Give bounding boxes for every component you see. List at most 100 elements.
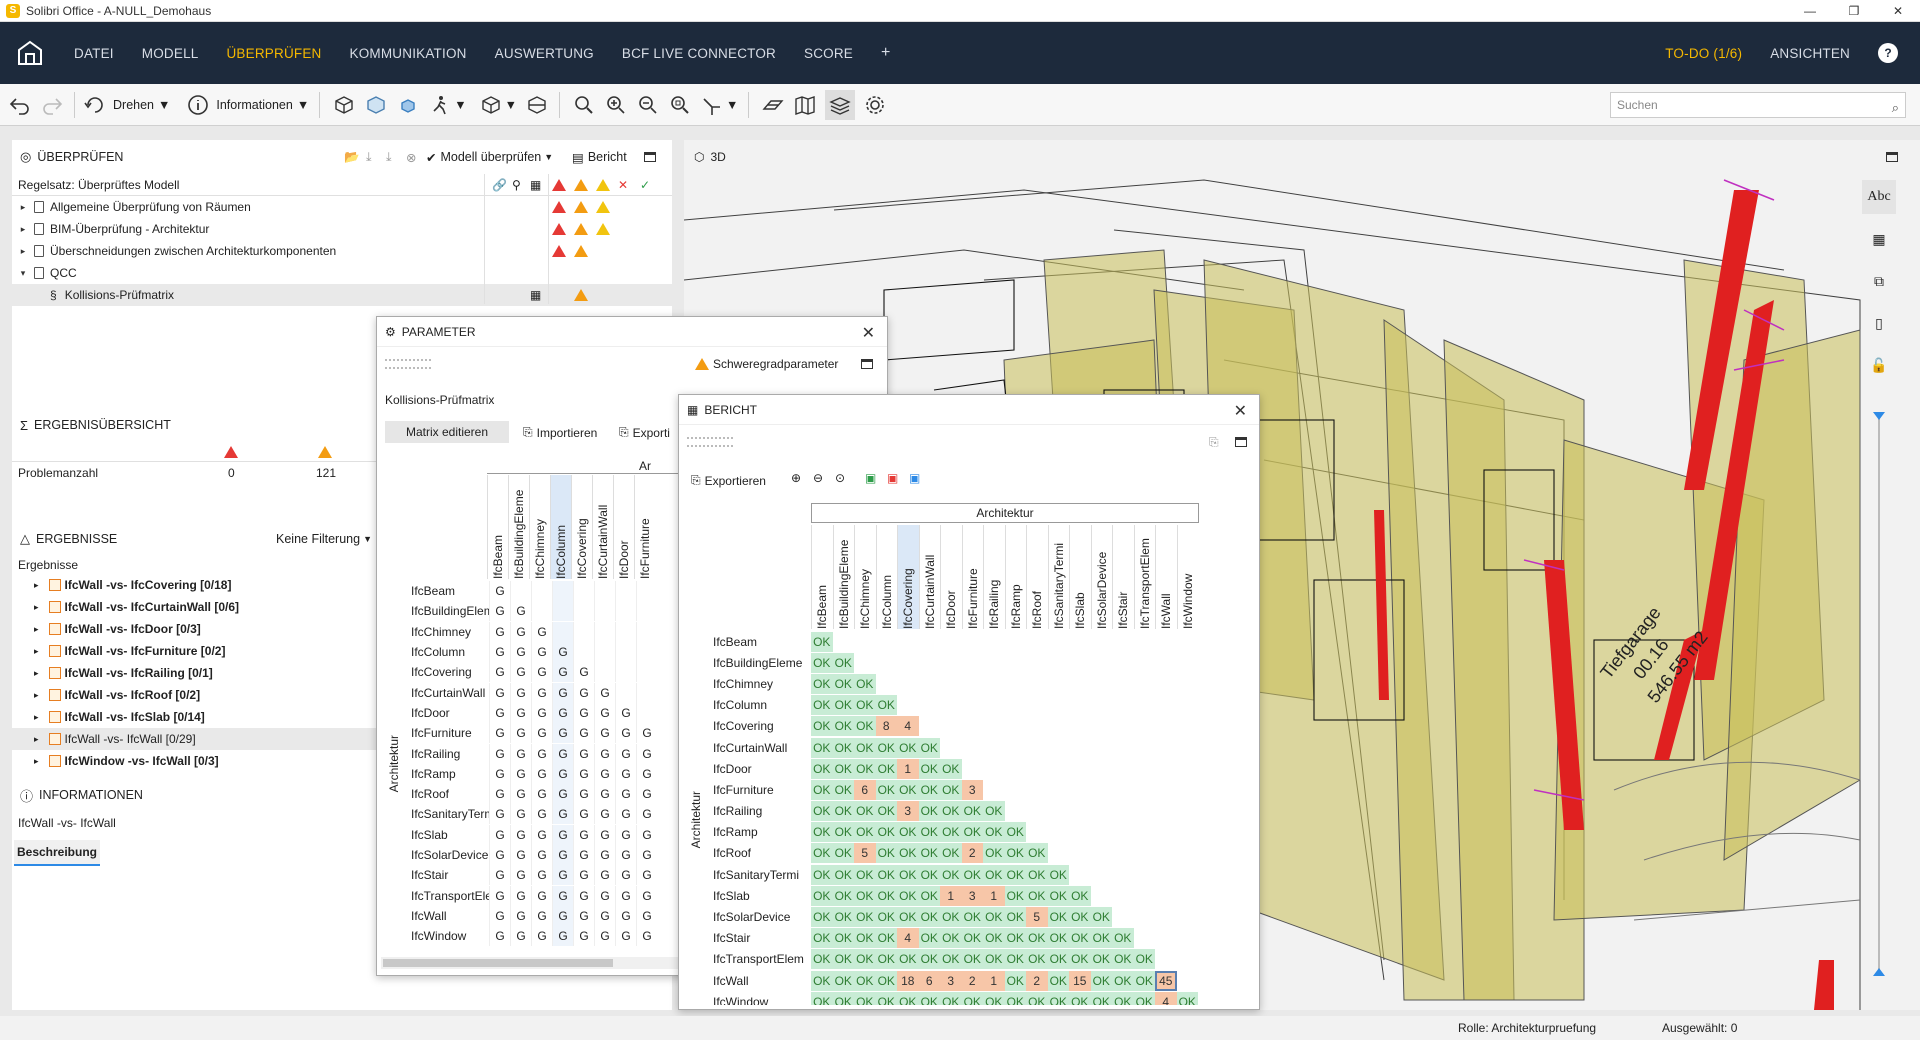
matrix-cell[interactable]: G [636,885,657,906]
matrix-cell[interactable]: G [615,723,636,744]
report-cell[interactable]: OK [1112,970,1134,991]
report-cell[interactable]: OK [897,885,919,906]
report-cell[interactable] [1134,632,1156,652]
expand-arrow-icon[interactable]: ▸ [34,668,39,679]
matrix-cell[interactable]: G [594,723,615,744]
report-cell[interactable]: OK [961,907,983,928]
matrix-cell[interactable]: G [636,723,657,744]
report-cell[interactable] [983,780,1005,800]
report-cell[interactable] [1177,865,1199,885]
model-view-icon[interactable] [332,93,356,117]
report-cell[interactable]: OK [811,991,833,1005]
report-cell[interactable]: OK [940,822,962,843]
report-cell[interactable]: OK [918,949,940,970]
report-cell[interactable]: OK [811,779,833,800]
menu-bcf-live-connector[interactable]: BCF LIVE CONNECTOR [622,46,776,61]
matrix-cell[interactable]: G [552,926,573,947]
close-window-button[interactable]: ✕ [1876,0,1920,22]
report-cell[interactable] [876,674,898,694]
ruleset-row[interactable]: ▸ Allgemeine Überprüfung von Räumen [12,196,672,218]
measure-icon[interactable]: ▼ [700,93,738,117]
report-cell[interactable]: OK [961,801,983,822]
ruleset-row[interactable]: ▾ QCC [12,262,672,284]
report-cell[interactable]: OK [832,907,854,928]
report-cell[interactable]: OK [961,928,983,949]
report-cell[interactable]: OK [940,864,962,885]
report-cell[interactable]: OK [1004,949,1026,970]
report-cell[interactable] [1069,716,1091,736]
zoom-out-icon[interactable]: ⊖ [813,471,823,485]
help-icon[interactable]: ? [1878,43,1898,63]
report-cell[interactable]: OK [875,695,897,716]
report-cell[interactable] [1048,695,1070,715]
filter-dropdown[interactable]: Keine Filterung ▼ [276,532,372,546]
close-icon[interactable]: ✕ [1234,401,1247,421]
report-cell[interactable]: OK [832,673,854,694]
report-cell[interactable]: OK [918,822,940,843]
report-cell[interactable]: OK [983,864,1005,885]
report-cell[interactable] [1048,674,1070,694]
matrix-cell[interactable]: G [489,763,510,784]
report-cell[interactable] [1069,695,1091,715]
report-cell[interactable]: OK [940,949,962,970]
rule-row-selected[interactable]: § Kollisions-Prüfmatrix ▦ [12,284,672,306]
model-check-button[interactable]: ✔ Modell überprüfen ▼ [426,150,553,165]
report-cell[interactable]: OK [1112,928,1134,949]
zoom-out-icon[interactable] [636,93,660,117]
report-cell[interactable]: OK [811,822,833,843]
matrix-cell[interactable]: G [510,784,531,805]
matrix-cell[interactable]: G [615,784,636,805]
report-cell[interactable] [1177,759,1199,779]
walk-icon[interactable]: ▼ [428,93,467,117]
report-cell[interactable] [1177,716,1199,736]
matrix-cell[interactable]: G [615,743,636,764]
report-cell[interactable]: 18 [897,970,919,991]
filter-green-icon[interactable]: ▣ [865,471,876,485]
report-cell[interactable]: OK [1026,843,1048,864]
matrix-cell[interactable]: G [594,682,615,703]
report-cell[interactable] [983,738,1005,758]
matrix-cell[interactable]: G [594,743,615,764]
report-cell[interactable]: 6 [854,779,876,800]
matrix-cell[interactable]: G [510,601,531,622]
matrix-cell[interactable] [531,581,552,602]
matrix-cell[interactable]: G [531,784,552,805]
report-cell[interactable]: OK [983,907,1005,928]
report-cell[interactable] [962,674,984,694]
matrix-cell[interactable]: G [636,763,657,784]
matrix-cell[interactable] [636,642,657,663]
slice-plane-icon[interactable] [761,93,785,117]
report-cell[interactable]: OK [1133,949,1155,970]
matrix-cell[interactable] [615,621,636,642]
matrix-cell[interactable]: G [510,662,531,683]
matrix-cell[interactable]: G [552,702,573,723]
matrix-cell[interactable] [615,601,636,622]
report-cell[interactable]: OK [1026,885,1048,906]
report-cell[interactable] [919,653,941,673]
report-cell[interactable]: OK [811,652,833,673]
matrix-cell[interactable]: G [552,905,573,926]
report-cell[interactable]: OK [832,864,854,885]
matrix-cell[interactable]: G [636,865,657,886]
report-cell[interactable]: OK [1176,991,1198,1005]
report-cell[interactable] [940,632,962,652]
report-cell[interactable] [1069,759,1091,779]
report-cell[interactable]: OK [832,822,854,843]
map-icon[interactable] [793,93,817,117]
matrix-cell[interactable]: G [594,865,615,886]
report-cell[interactable] [1026,632,1048,652]
report-cell[interactable] [1134,780,1156,800]
report-cell[interactable] [1091,695,1113,715]
report-cell[interactable]: 1 [897,758,919,779]
report-cell[interactable]: OK [1069,928,1091,949]
report-cell[interactable]: OK [832,779,854,800]
report-cell[interactable]: OK [897,907,919,928]
report-cell[interactable] [1091,843,1113,863]
report-cell[interactable] [1091,865,1113,885]
matrix-cell[interactable]: G [573,743,594,764]
matrix-cell[interactable]: G [489,601,510,622]
report-cell[interactable]: OK [1090,991,1112,1005]
report-cell[interactable]: OK [811,907,833,928]
matrix-cell[interactable] [573,642,594,663]
matrix-cell[interactable]: G [594,804,615,825]
